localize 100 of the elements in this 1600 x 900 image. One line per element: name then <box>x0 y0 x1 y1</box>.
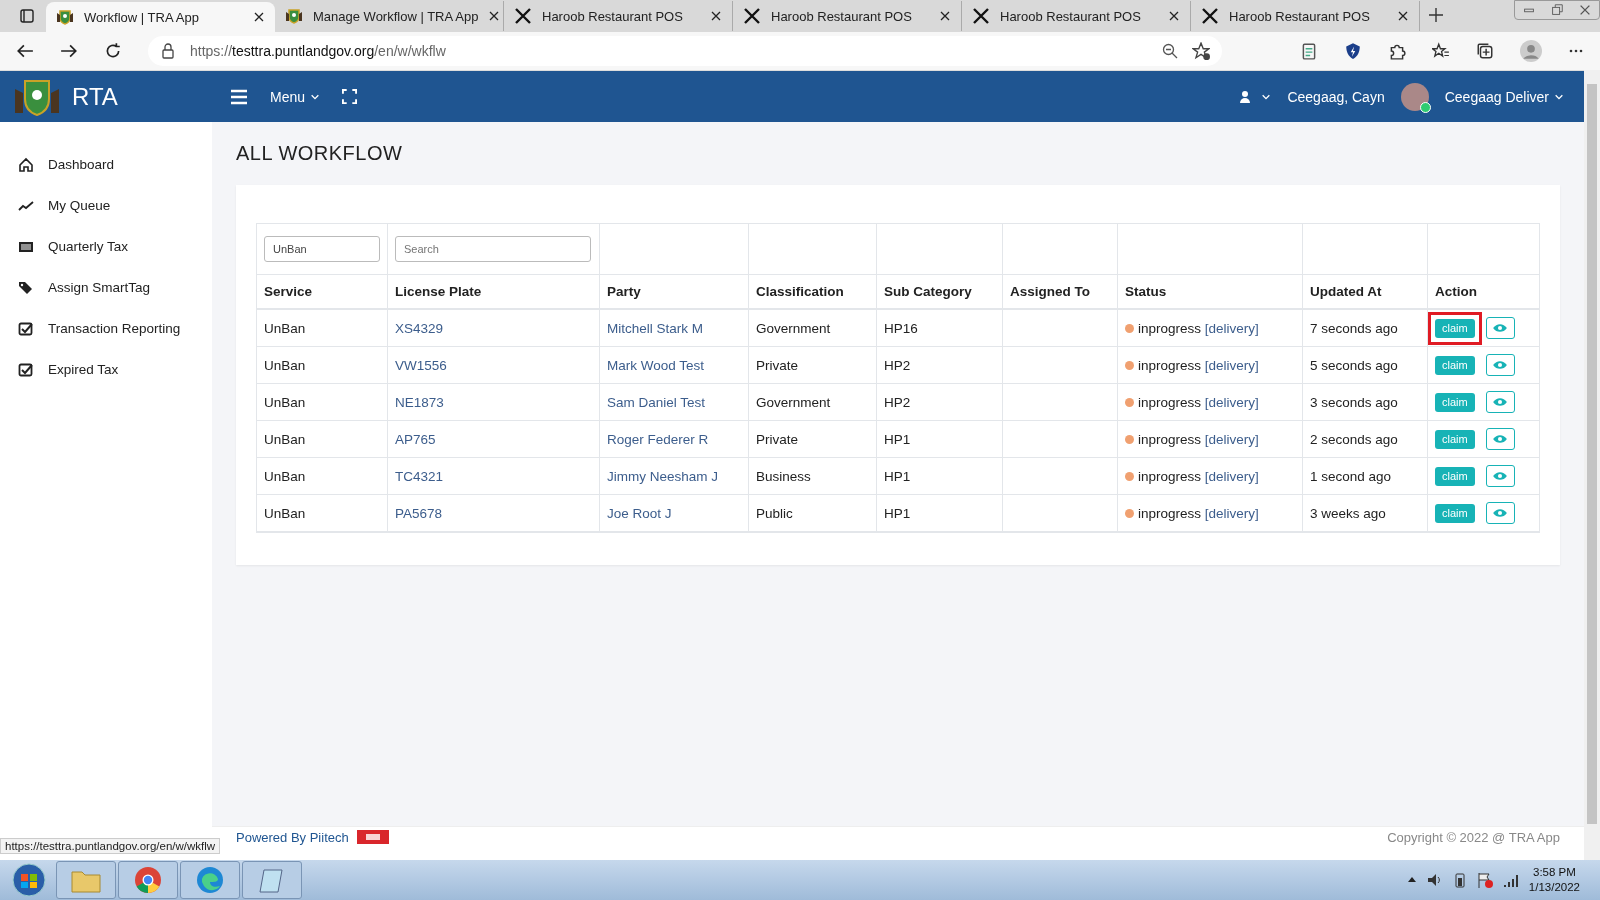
stage-link[interactable]: [delivery] <box>1204 505 1259 521</box>
column-header: Status <box>1118 275 1303 310</box>
sidebar-item[interactable]: Quarterly Tax <box>0 226 212 267</box>
flag-error-icon[interactable] <box>1476 872 1493 888</box>
party-link[interactable]: Mark Wood Test <box>607 357 705 373</box>
eye-icon <box>1492 507 1509 519</box>
party-link[interactable]: Mitchell Stark M <box>607 320 704 336</box>
table-cell: Public <box>749 495 877 532</box>
clipboard-icon[interactable] <box>1300 42 1318 60</box>
stage-link[interactable]: [delivery] <box>1204 431 1259 447</box>
close-icon[interactable] <box>710 10 722 22</box>
close-icon[interactable] <box>939 10 951 22</box>
tray-arrow-icon[interactable] <box>1406 875 1417 885</box>
browser-tab[interactable]: Haroob Restaurant POS <box>962 1 1191 31</box>
sidebar-item[interactable]: Transaction Reporting <box>0 308 212 349</box>
sidebar-item[interactable]: Expired Tax <box>0 349 212 390</box>
table-cell: UnBan <box>257 347 388 384</box>
party-link[interactable]: Joe Root J <box>607 505 672 521</box>
clock-date[interactable]: 1/13/2022 <box>1528 880 1580 895</box>
collections-icon[interactable] <box>1476 42 1494 60</box>
stage-link[interactable]: [delivery] <box>1204 357 1259 373</box>
table-cell: HP16 <box>877 310 1003 347</box>
status-dot-icon <box>1125 360 1134 370</box>
menu-dropdown[interactable]: Menu <box>270 88 321 105</box>
view-button[interactable] <box>1485 428 1515 450</box>
profile-dropdown[interactable]: Ceegaag Deliver <box>1444 88 1564 105</box>
refresh-icon[interactable] <box>104 42 122 60</box>
profile-avatar-icon[interactable] <box>1520 40 1542 62</box>
avatar[interactable] <box>1400 82 1429 111</box>
plate-link[interactable]: VW1556 <box>395 357 447 373</box>
sidebar-item[interactable]: Assign SmartTag <box>0 267 212 308</box>
view-button[interactable] <box>1485 502 1515 524</box>
shield-bolt-icon[interactable] <box>1344 42 1362 60</box>
fullscreen-icon[interactable] <box>342 89 358 104</box>
eye-icon <box>1492 396 1509 408</box>
close-icon[interactable] <box>1168 10 1180 22</box>
status-text: inprogress <box>1138 505 1202 521</box>
plate-link[interactable]: TC4321 <box>395 468 444 484</box>
plate-link[interactable]: XS4329 <box>395 320 444 336</box>
new-tab-icon[interactable] <box>1428 7 1444 23</box>
stage-link[interactable]: [delivery] <box>1204 468 1259 484</box>
plate-link[interactable]: NE1873 <box>395 394 444 410</box>
browser-tab[interactable]: Workflow | TRA App <box>46 2 275 32</box>
table-cell: 2 seconds ago <box>1303 421 1428 458</box>
tags-icon <box>18 279 34 296</box>
browser-tab[interactable]: Haroob Restaurant POS <box>733 1 962 31</box>
browser-tab[interactable]: Haroob Restaurant POS <box>1191 1 1420 31</box>
view-button[interactable] <box>1485 465 1515 487</box>
speaker-icon[interactable] <box>1426 872 1443 888</box>
table-cell: 7 seconds ago <box>1303 310 1428 347</box>
plate-link[interactable]: PA5678 <box>395 505 443 521</box>
zoom-out-icon[interactable] <box>1162 43 1178 59</box>
edge-logo-icon <box>196 866 224 894</box>
status-dot-icon <box>1125 397 1134 407</box>
add-favorite-icon[interactable] <box>1192 42 1210 60</box>
tab-actions-icon[interactable] <box>19 8 35 24</box>
search-field[interactable]: Search <box>395 236 591 262</box>
brand-name: RTA <box>72 82 118 111</box>
puzzle-icon[interactable] <box>1388 42 1406 60</box>
status-dot-icon <box>1125 434 1134 444</box>
page-title: ALL WORKFLOW <box>236 142 404 165</box>
browser-tab[interactable]: Haroob Restaurant POS <box>504 1 733 31</box>
close-icon[interactable] <box>1397 10 1409 22</box>
stage-link[interactable]: [delivery] <box>1204 394 1259 410</box>
party-link[interactable]: Roger Federer R <box>607 431 709 447</box>
status-dot-icon <box>1125 323 1134 333</box>
view-button[interactable] <box>1485 317 1515 339</box>
party-link[interactable]: Sam Daniel Test <box>607 394 706 410</box>
browser-tab[interactable]: Manage Workflow | TRA App <box>275 1 504 31</box>
sidebar-item[interactable]: My Queue <box>0 185 212 226</box>
column-header: Action <box>1428 275 1539 310</box>
signal-bars-icon[interactable] <box>1502 872 1519 888</box>
user-icon[interactable] <box>1239 89 1252 104</box>
table-cell: HP2 <box>877 347 1003 384</box>
battery-icon[interactable] <box>1452 872 1467 888</box>
forward-icon[interactable] <box>60 42 78 60</box>
scrollbar[interactable] <box>1584 70 1600 860</box>
table-cell: HP2 <box>877 384 1003 421</box>
menu-icon[interactable] <box>230 87 248 106</box>
taskbar-button[interactable] <box>118 861 178 899</box>
url-text: https://testtra.puntlandgov.org/en/w/wkflw <box>190 43 446 59</box>
start-orb-icon[interactable] <box>12 863 46 897</box>
close-icon[interactable] <box>253 11 265 23</box>
table-cell: Government <box>749 310 877 347</box>
stage-link[interactable]: [delivery] <box>1204 320 1259 336</box>
table-cell: 5 seconds ago <box>1303 347 1428 384</box>
clock-time[interactable]: 3:58 PM <box>1533 865 1576 880</box>
close-icon[interactable] <box>488 10 501 22</box>
view-button[interactable] <box>1485 354 1515 376</box>
service-filter-field[interactable]: UnBan <box>264 236 380 262</box>
address-bar[interactable]: https://testtra.puntlandgov.org/en/w/wkflw <box>148 36 1222 66</box>
view-button[interactable] <box>1485 391 1515 413</box>
favorites-icon[interactable] <box>1432 42 1450 60</box>
back-icon[interactable] <box>16 42 34 60</box>
party-link[interactable]: Jimmy Neesham J <box>607 468 719 484</box>
status-dot-icon <box>1125 508 1134 518</box>
powered-by-link[interactable]: Powered By Piitech <box>236 829 349 845</box>
plate-link[interactable]: AP765 <box>395 431 436 447</box>
sidebar-item[interactable]: Dashboard <box>0 144 212 185</box>
column-header: Assigned To <box>1003 275 1118 310</box>
